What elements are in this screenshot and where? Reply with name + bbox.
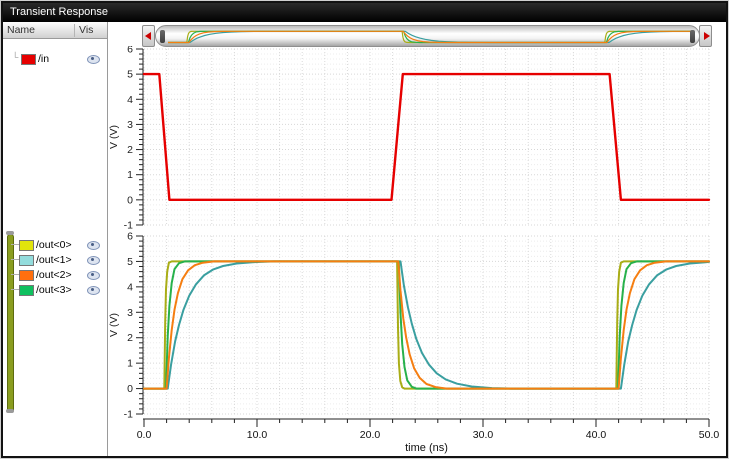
- svg-text:5: 5: [127, 69, 133, 81]
- scroll-left-arrow-icon: [145, 32, 151, 40]
- name-column-header[interactable]: Name: [7, 24, 35, 36]
- visibility-eye-icon[interactable]: [87, 55, 100, 64]
- signal-label[interactable]: /out<0>: [36, 239, 72, 251]
- signal-list-body: └ /in /out<0> /out<1> /out<2> /out<3>: [3, 40, 107, 456]
- svg-text:V (V): V (V): [108, 125, 120, 149]
- signal-row-out0[interactable]: /out<0>: [3, 238, 107, 252]
- svg-text:4: 4: [127, 94, 133, 106]
- output-waveform-plot[interactable]: -1 0 1 2 3 4 5 6 V (V) 0.0 10.0 20.0 30.0 40.0 50.0 tim…: [108, 230, 728, 456]
- signal-color-swatch: [19, 255, 34, 266]
- tree-connector: [11, 289, 19, 290]
- svg-text:50.0: 50.0: [699, 429, 720, 441]
- svg-text:3: 3: [127, 307, 133, 319]
- signal-row-out1[interactable]: /out<1>: [3, 253, 107, 267]
- trace-/in: [142, 72, 711, 202]
- signal-label[interactable]: /out<3>: [36, 284, 72, 296]
- scroll-right-arrow-icon: [704, 32, 710, 40]
- svg-text:40.0: 40.0: [586, 429, 607, 441]
- signal-label[interactable]: /out<2>: [36, 269, 72, 281]
- zoom-handle-right[interactable]: [690, 30, 695, 43]
- signal-color-swatch: [19, 270, 34, 281]
- tree-connector: [11, 244, 19, 245]
- overview-mini-waveforms: [168, 30, 691, 44]
- scroll-right-button[interactable]: [699, 25, 712, 47]
- svg-text:30.0: 30.0: [473, 429, 494, 441]
- visibility-eye-icon[interactable]: [87, 271, 100, 280]
- svg-text:6: 6: [127, 231, 133, 243]
- visibility-eye-icon[interactable]: [87, 241, 100, 250]
- signal-color-swatch: [19, 240, 34, 251]
- app-frame: Transient Response Name Vis └ /in /out<0…: [0, 0, 729, 459]
- svg-text:0: 0: [127, 383, 133, 395]
- input-waveform-plot[interactable]: -1 0 1 2 3 4 5 6 V (V): [108, 46, 728, 230]
- title-bar[interactable]: Transient Response: [3, 3, 726, 22]
- svg-text:-1: -1: [124, 219, 133, 230]
- signal-row-out3[interactable]: /out<3>: [3, 283, 107, 297]
- signal-row-in[interactable]: └ /in: [3, 52, 107, 66]
- tree-branch-icon: └: [12, 52, 19, 62]
- svg-text:4: 4: [127, 281, 133, 293]
- signal-label[interactable]: /in: [38, 53, 49, 65]
- signal-list-panel: Name Vis └ /in /out<0> /out<1> /out<2> /…: [3, 22, 108, 456]
- svg-text:0.0: 0.0: [137, 429, 152, 441]
- zoom-handle-left[interactable]: [160, 30, 165, 43]
- tree-connector: [11, 259, 19, 260]
- signal-color-swatch: [19, 285, 34, 296]
- svg-text:2: 2: [127, 144, 133, 156]
- signal-list-header: Name Vis: [3, 22, 107, 39]
- window-title: Transient Response: [10, 6, 109, 18]
- svg-text:1: 1: [127, 358, 133, 370]
- visibility-eye-icon[interactable]: [87, 256, 100, 265]
- svg-text:time (ns): time (ns): [405, 442, 448, 454]
- signal-row-out2[interactable]: /out<2>: [3, 268, 107, 282]
- signal-color-swatch: [21, 54, 36, 65]
- bus-group-cap-bottom: [6, 409, 14, 413]
- svg-text:6: 6: [127, 46, 133, 56]
- tree-connector: [11, 274, 19, 275]
- svg-text:10.0: 10.0: [247, 429, 268, 441]
- svg-text:20.0: 20.0: [360, 429, 381, 441]
- svg-text:2: 2: [127, 332, 133, 344]
- waveform-area: -1 0 1 2 3 4 5 6 V (V) -1 0 1 2 3 4 5 6 V (V) 0.0 10.0 20.0…: [108, 22, 726, 456]
- svg-text:0: 0: [127, 194, 133, 206]
- svg-text:5: 5: [127, 256, 133, 268]
- zoom-scrollbar[interactable]: [142, 25, 712, 47]
- scroll-left-button[interactable]: [142, 25, 155, 47]
- svg-text:-1: -1: [124, 409, 133, 421]
- bus-group-cap-top: [6, 231, 14, 235]
- svg-text:1: 1: [127, 169, 133, 181]
- zoom-scrollbar-track[interactable]: [155, 25, 700, 47]
- transient-response-window: Transient Response Name Vis └ /in /out<0…: [1, 1, 728, 458]
- signal-label[interactable]: /out<1>: [36, 254, 72, 266]
- svg-text:V (V): V (V): [108, 313, 120, 337]
- vis-column-header[interactable]: Vis: [74, 24, 93, 37]
- visibility-eye-icon[interactable]: [87, 286, 100, 295]
- svg-text:3: 3: [127, 119, 133, 131]
